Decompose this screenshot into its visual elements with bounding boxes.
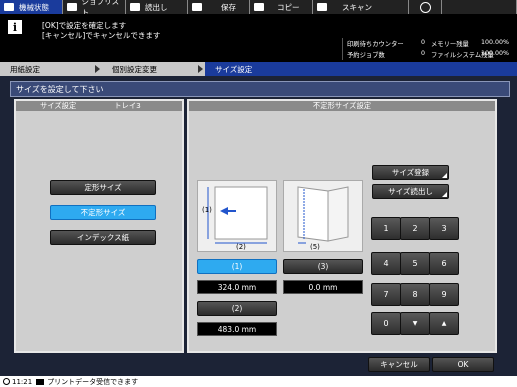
tab-web[interactable] <box>409 0 442 14</box>
keypad-8[interactable]: 8 <box>400 283 430 306</box>
keypad-9[interactable]: 9 <box>429 283 459 306</box>
custom-size-title: 不定形サイズ設定 <box>312 101 372 110</box>
tab-job-list[interactable]: ジョブリスト <box>63 0 126 17</box>
machine-icon <box>4 3 14 11</box>
printer-icon <box>36 378 45 385</box>
size-register-button[interactable]: サイズ登録 <box>372 165 449 180</box>
dimension-3-value: 0.0 mm <box>283 280 363 294</box>
keypad-1[interactable]: 1 <box>371 217 401 240</box>
message-line-2: [キャンセル]でキャンセルできます <box>42 31 161 40</box>
custom-size-header: 不定形サイズ設定 <box>189 101 495 111</box>
save-icon <box>192 3 202 11</box>
dimension-3-button[interactable]: (3) <box>283 259 363 274</box>
corner-indicator-icon <box>442 192 447 197</box>
tab-save[interactable]: 保存 <box>188 0 250 14</box>
paper-size-diagram-2: (5) <box>283 180 363 252</box>
memory-label: メモリー残量 <box>431 41 469 48</box>
custom-size-button[interactable]: 不定形サイズ <box>50 205 156 220</box>
breadcrumb-individual-settings[interactable]: 個別設定変更 <box>102 62 198 76</box>
dimension-label-5: (5) <box>310 243 320 251</box>
tab-spacer <box>442 0 517 14</box>
size-recall-button[interactable]: サイズ読出し <box>372 184 449 199</box>
keypad-2[interactable]: 2 <box>400 217 430 240</box>
keypad-3[interactable]: 3 <box>429 217 459 240</box>
instruction-text: サイズを設定して下さい <box>10 81 510 97</box>
tab-copy[interactable]: コピー <box>250 0 313 14</box>
print-wait-label: 印刷待ちカウンター <box>347 41 404 48</box>
recall-icon <box>130 3 140 11</box>
globe-icon <box>419 1 431 13</box>
status-text: プリントデータ受信できます <box>47 377 139 386</box>
breadcrumb-arrow-icon <box>198 65 203 73</box>
index-paper-button[interactable]: インデックス紙 <box>50 230 156 245</box>
breadcrumb-arrow-icon <box>95 65 100 73</box>
cancel-button[interactable]: キャンセル <box>368 357 430 372</box>
tab-recall[interactable]: 読出し <box>126 0 188 14</box>
breadcrumb-size-settings: サイズ設定 <box>205 62 517 76</box>
tab-machine-status[interactable]: 機械状態 <box>0 0 63 14</box>
keypad-0[interactable]: 0 <box>371 312 401 335</box>
dimension-2-value: 483.0 mm <box>197 322 277 336</box>
decrement-button[interactable]: ▼ <box>400 312 430 335</box>
increment-button[interactable]: ▲ <box>429 312 459 335</box>
status-time: 11:21 <box>12 377 33 386</box>
memory-value: 100.00% <box>481 39 510 46</box>
clock-icon <box>3 378 10 385</box>
print-wait-value: 0 <box>421 39 426 46</box>
status-bar: 11:21 プリントデータ受信できます <box>0 376 517 387</box>
dimension-2-button[interactable]: (2) <box>197 301 277 316</box>
job-list-icon <box>67 3 77 11</box>
copy-icon <box>254 3 264 11</box>
info-icon: i <box>8 20 22 34</box>
job-count-label: 予約ジョブ数 <box>347 52 385 59</box>
dimension-1-button[interactable]: (1) <box>197 259 277 274</box>
filesystem-value: 100.00% <box>481 50 510 57</box>
keypad-7[interactable]: 7 <box>371 283 401 306</box>
breadcrumb-paper-settings[interactable]: 用紙設定 <box>0 62 96 76</box>
tab-scan[interactable]: スキャン <box>313 0 409 14</box>
keypad-6[interactable]: 6 <box>429 252 459 275</box>
keypad-5[interactable]: 5 <box>400 252 430 275</box>
paper-size-diagram-1: (1) (2) <box>197 180 277 252</box>
scan-icon <box>317 3 327 11</box>
tray-label: トレイ3 <box>114 101 141 110</box>
corner-indicator-icon <box>442 173 447 178</box>
size-setting-header: サイズ設定 トレイ3 <box>16 101 182 111</box>
paper-diagram-2-graphic <box>297 186 349 244</box>
counter-panel: 印刷待ちカウンター 0 メモリー残量 100.00% 予約ジョブ数 0 ファイル… <box>342 38 517 60</box>
ok-button[interactable]: OK <box>432 357 494 372</box>
size-setting-panel <box>14 99 184 353</box>
dimension-label-2: (2) <box>236 243 246 251</box>
dimension-1-value: 324.0 mm <box>197 280 277 294</box>
keypad-4[interactable]: 4 <box>371 252 401 275</box>
standard-size-button[interactable]: 定形サイズ <box>50 180 156 195</box>
dimension-label-1: (1) <box>202 206 212 214</box>
job-count-value: 0 <box>421 50 426 57</box>
size-setting-title: サイズ設定 <box>40 101 77 110</box>
